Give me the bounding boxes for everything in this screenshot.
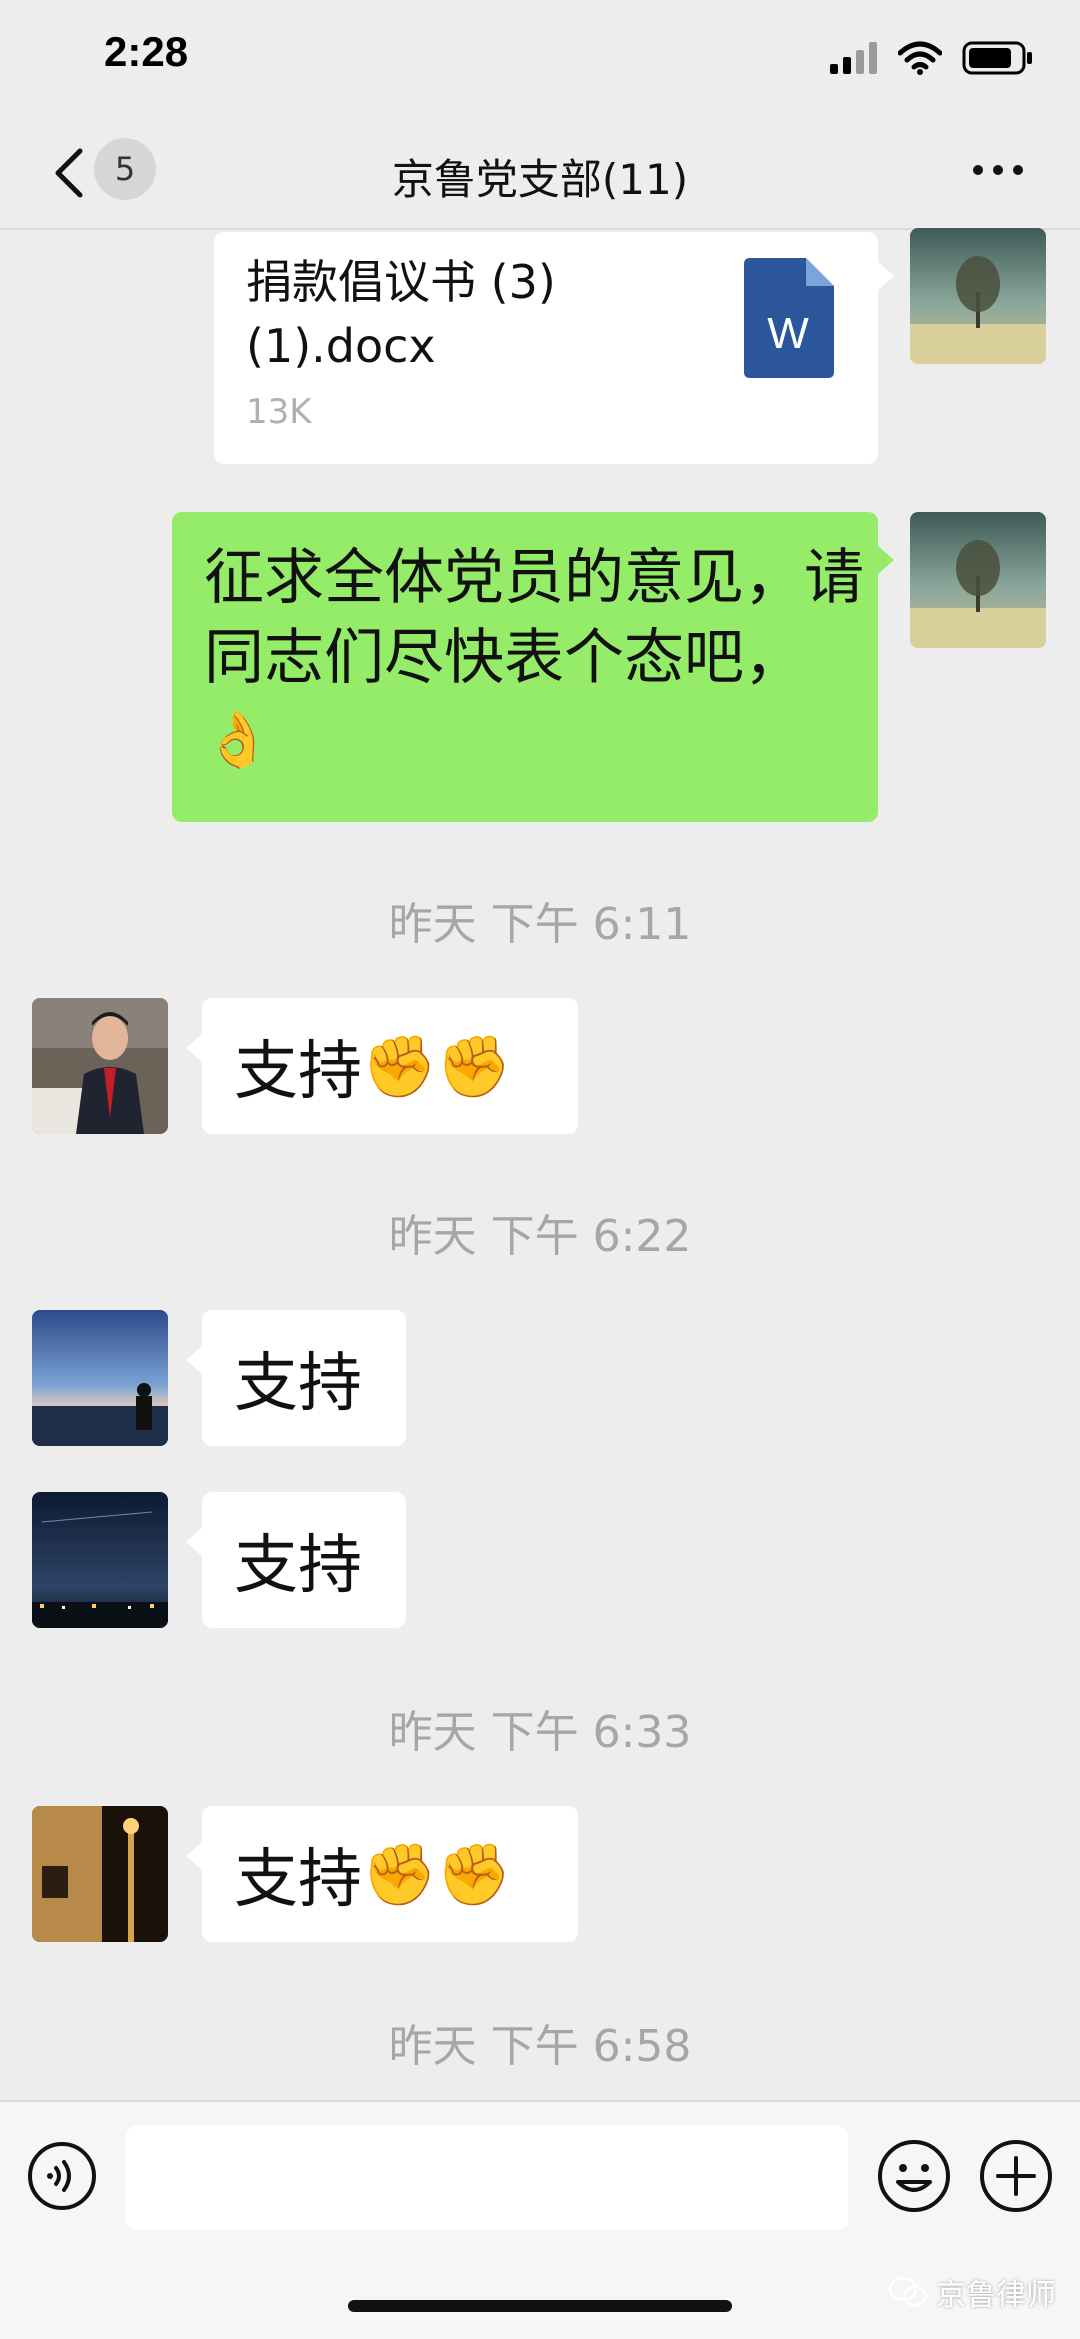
bubble-tail — [878, 262, 894, 290]
message-text-content: 支持 — [234, 1035, 362, 1109]
fist-emoji: ✊✊ — [362, 1839, 512, 1910]
chat-title[interactable]: 京鲁党支部(11) — [0, 146, 1080, 207]
wechat-logo-icon — [888, 2276, 928, 2307]
watermark-text: 京鲁律师 — [936, 2278, 1056, 2313]
timestamp: 昨天 下午 6:58 — [388, 2021, 692, 2072]
man-in-suit-avatar-image — [32, 998, 168, 1134]
tree-avatar-image — [910, 512, 1046, 648]
file-name: 捐款倡议书 (3) (1).docx — [246, 250, 706, 378]
watermark: 京鲁律师 — [888, 2270, 1056, 2314]
self-avatar[interactable] — [910, 512, 1046, 648]
bubble-tail — [186, 1842, 202, 1870]
message-text: 支持 ✊✊ — [234, 1026, 512, 1110]
bubble-tail — [186, 1034, 202, 1062]
silhouette-seaside-avatar-image — [32, 1310, 168, 1446]
voice-input-icon[interactable] — [26, 2140, 98, 2212]
message-input[interactable] — [126, 2126, 848, 2230]
file-name-line1: 捐款倡议书 (3) — [246, 255, 556, 309]
status-icons — [830, 38, 1034, 78]
word-doc-icon: W — [744, 258, 834, 378]
more-icon[interactable] — [968, 150, 1028, 190]
wifi-icon — [898, 41, 942, 75]
bubble-tail — [186, 1528, 202, 1556]
signal-icon — [830, 42, 877, 74]
bubble-tail — [186, 1346, 202, 1374]
self-avatar[interactable] — [910, 228, 1046, 364]
timestamp: 昨天 下午 6:22 — [388, 1211, 692, 1262]
home-indicator[interactable] — [348, 2300, 732, 2312]
green-message-text: 征求全体党员的意见，请同志们尽快表个态吧， 👌 — [204, 538, 864, 780]
street-night-avatar-image — [32, 1806, 168, 1942]
message-text: 支持 — [234, 1347, 362, 1421]
timestamp: 昨天 下午 6:33 — [388, 1707, 692, 1758]
timestamp: 昨天 下午 6:11 — [388, 899, 692, 950]
ok-hand-emoji: 👌 — [204, 708, 272, 771]
status-time: 2:28 — [104, 28, 189, 75]
file-size: 13K — [246, 392, 312, 432]
night-city-avatar-image — [32, 1492, 168, 1628]
fist-emoji: ✊✊ — [362, 1031, 512, 1102]
bubble-tail — [878, 546, 894, 574]
add-attachment-icon[interactable] — [978, 2138, 1054, 2214]
emoji-icon[interactable] — [876, 2138, 952, 2214]
message-text: 支持 — [234, 1529, 362, 1603]
tree-avatar-image — [910, 228, 1046, 364]
member-avatar[interactable] — [32, 1492, 168, 1628]
battery-icon — [962, 41, 1032, 75]
member-avatar[interactable] — [32, 998, 168, 1134]
message-text: 支持 ✊✊ — [234, 1834, 512, 1918]
word-icon-letter: W — [767, 309, 809, 358]
member-avatar[interactable] — [32, 1806, 168, 1942]
green-text-content: 征求全体党员的意见，请同志们尽快表个态吧， — [204, 543, 864, 693]
message-text-content: 支持 — [234, 1843, 362, 1917]
file-name-line2: (1).docx — [246, 319, 436, 373]
member-avatar[interactable] — [32, 1310, 168, 1446]
